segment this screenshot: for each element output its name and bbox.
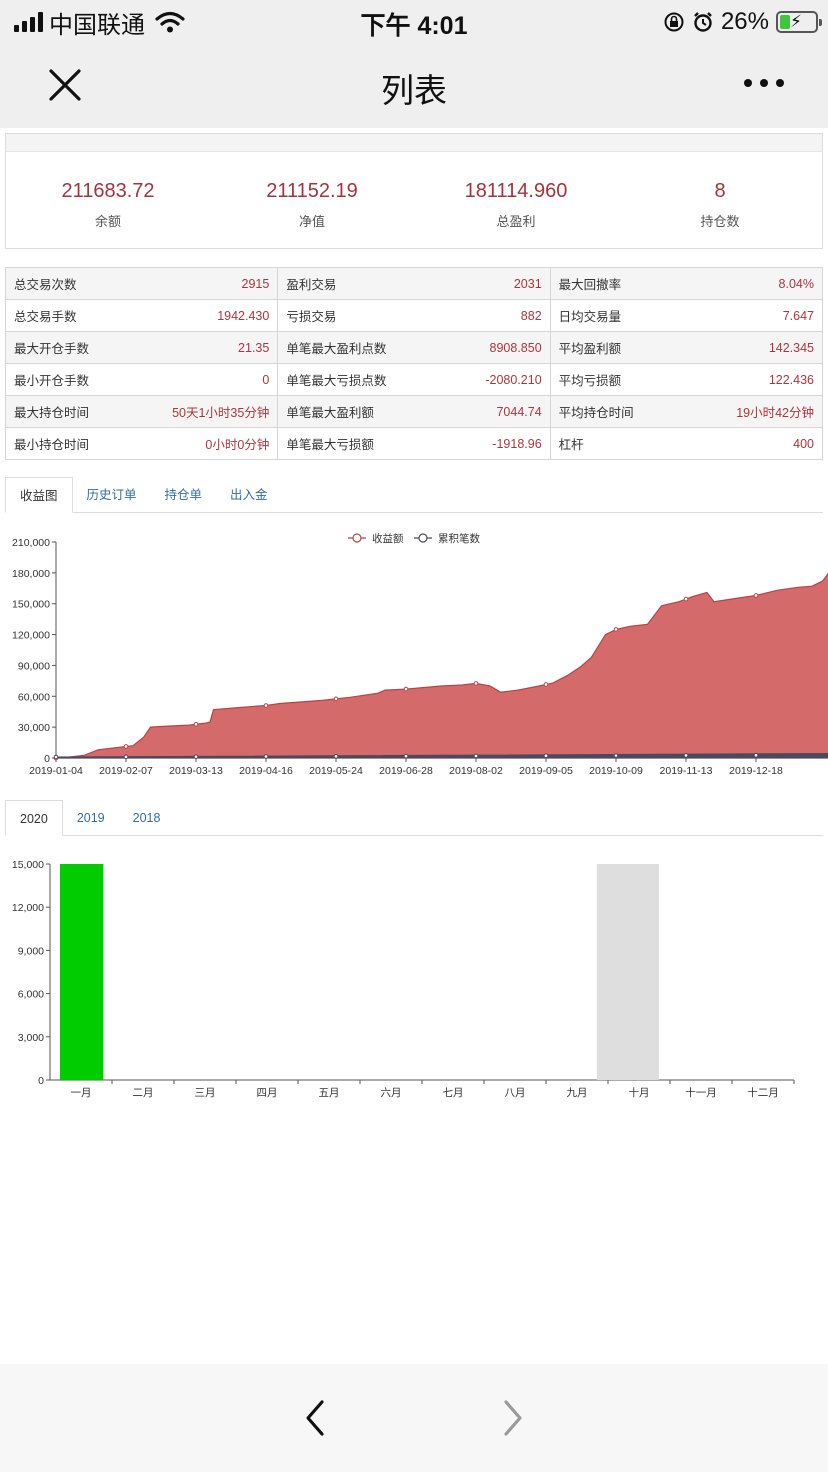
tab-year-2019[interactable]: 2019 xyxy=(63,800,119,836)
trade-count-point xyxy=(753,752,759,758)
y-tick-label: 210,000 xyxy=(12,537,50,549)
summary-equity: 211152.19 净值 xyxy=(266,180,358,229)
summary-balance: 211683.72 余额 xyxy=(61,180,155,229)
profit-point xyxy=(473,681,479,686)
x-tick-label: 2019-05-24 xyxy=(309,765,363,777)
x-tick-label: 六月 xyxy=(381,1087,402,1099)
y-tick-label: 30,000 xyxy=(18,722,50,734)
battery-icon: ⚡ xyxy=(776,11,822,33)
profit-point xyxy=(403,686,409,692)
trading-statistics-table: 总交易次数 2915 盈利交易 2031 最大回撤率 8.04% 总交易手数 1942.… xyxy=(4,267,824,460)
x-tick-label: 二月 xyxy=(133,1087,154,1099)
monthly-bar-chart: 0 3,000 6,000 9,000 12,000 15,000 一月 二月 三月 四月 五月 六月… xyxy=(12,859,795,1099)
trade-count-point xyxy=(263,754,269,759)
tab-year-2018[interactable]: 2018 xyxy=(119,800,175,836)
tab-positions[interactable]: 持仓单 xyxy=(151,477,217,513)
x-tick-label: 四月 xyxy=(257,1087,278,1099)
x-tick-label: 2019-02-07 xyxy=(99,765,153,777)
trade-count-point xyxy=(53,754,59,760)
trade-count-point xyxy=(123,754,129,760)
profit-point xyxy=(123,744,129,749)
y-tick-label: 60,000 xyxy=(18,691,50,703)
x-tick-label: 2019-09-05 xyxy=(519,765,573,777)
bar-10 xyxy=(596,864,659,1080)
x-tick-label: 2019-11-13 xyxy=(660,765,713,777)
page-title: 列表 xyxy=(381,72,447,109)
trade-count-point xyxy=(333,753,339,759)
profit-point xyxy=(753,593,759,598)
tab-order-history[interactable]: 历史订单 xyxy=(73,477,151,513)
profit-point xyxy=(683,596,689,602)
x-tick-label: 八月 xyxy=(505,1087,526,1099)
tab-deposits-withdrawals[interactable]: 出入金 xyxy=(216,477,282,513)
x-tick-label: 2019-08-02 xyxy=(449,765,503,777)
table-row: 总交易次数 2915 盈利交易 2031 最大回撤率 8.04% xyxy=(4,267,824,300)
navigation-bar: 列表 xyxy=(0,44,828,128)
x-tick-label: 十月 xyxy=(629,1086,650,1099)
back-arrow-icon[interactable] xyxy=(300,1398,330,1438)
legend-label: 收益额 xyxy=(372,532,404,545)
y-tick-label: 180,000 xyxy=(12,568,50,580)
summary-positions: 8 持仓数 xyxy=(700,180,740,229)
y-tick-label: 90,000 xyxy=(18,660,50,672)
legend-marker xyxy=(352,533,362,543)
table-row: 最小持仓时间 0小时0分钟 单笔最大亏损额 -1918.96 杠杆 400 xyxy=(4,427,824,460)
x-tick-label: 2019-06-28 xyxy=(379,765,433,777)
trade-count-point xyxy=(683,753,689,758)
trade-count-point xyxy=(543,753,549,759)
trade-count-point xyxy=(473,753,479,759)
rotation-lock-icon xyxy=(664,12,684,32)
profit-area-chart: 0 30,000 60,000 90,000 120,000 150,000 180,000… xyxy=(12,532,828,777)
legend-marker xyxy=(418,533,428,543)
x-tick-label: 七月 xyxy=(443,1087,464,1099)
y-tick-label: 0 xyxy=(38,1075,44,1087)
profit-area-series xyxy=(55,572,828,759)
x-tick-label: 五月 xyxy=(319,1087,340,1099)
y-tick-label: 15,000 xyxy=(12,859,44,871)
table-row: 最小开仓手数 0 单笔最大亏损点数 -2080.210 平均亏损额 122.436 xyxy=(4,363,824,396)
battery-percentage: 26% xyxy=(720,8,769,35)
x-tick-label: 九月 xyxy=(567,1087,588,1099)
y-tick-label: 6,000 xyxy=(18,989,44,1001)
forward-arrow-icon[interactable] xyxy=(498,1398,528,1438)
tab-year-2020[interactable]: 2020 xyxy=(5,800,63,836)
table-row: 总交易手数 1942.430 亏损交易 882 日均交易量 7.647 xyxy=(4,299,824,332)
profit-point xyxy=(613,627,619,632)
y-tick-label: 120,000 xyxy=(12,630,50,642)
y-tick-label: 0 xyxy=(44,753,50,765)
trade-count-point xyxy=(403,753,409,759)
more-menu-icon[interactable] xyxy=(744,76,784,90)
x-tick-label: 2019-01-04 xyxy=(29,765,83,777)
account-summary: 211683.72 余额 211152.19 净值 181114.960 总盈利… xyxy=(5,133,823,249)
tab-profit-chart[interactable]: 收益图 xyxy=(5,477,73,513)
trade-count-point xyxy=(193,754,199,759)
x-tick-label: 三月 xyxy=(195,1087,216,1099)
summary-total-profit: 181114.960 总盈利 xyxy=(464,180,568,229)
x-tick-label: 2019-04-16 xyxy=(239,765,293,777)
profit-point xyxy=(263,703,269,708)
table-row: 最大持仓时间 50天1小时35分钟 单笔最大盈利额 7044.74 平均持仓时间 19… xyxy=(4,395,824,428)
main-tabs: 收益图 历史订单 持仓单 出入金 xyxy=(5,477,823,513)
x-tick-label: 2019-12-18 xyxy=(729,765,783,777)
x-tick-label: 2019-10-09 xyxy=(589,765,643,777)
bar-1 xyxy=(60,864,104,1080)
profit-point xyxy=(333,696,339,702)
status-bar: 中国联通 下午 4:01 26% ⚡ xyxy=(0,0,828,44)
y-tick-label: 12,000 xyxy=(12,902,44,914)
x-tick-label: 一月 xyxy=(71,1087,92,1099)
alarm-icon xyxy=(694,12,712,32)
x-tick-label: 2019-03-13 xyxy=(169,765,223,777)
x-tick-label: 十一月 xyxy=(685,1086,717,1099)
y-tick-label: 150,000 xyxy=(12,599,50,611)
y-tick-label: 3,000 xyxy=(18,1032,44,1044)
browser-toolbar xyxy=(0,1364,828,1472)
profit-point xyxy=(193,721,199,727)
trade-count-point xyxy=(613,753,619,758)
profit-point xyxy=(543,682,549,687)
table-row: 最大开仓手数 21.35 单笔最大盈利点数 8908.850 平均盈利额 142.34… xyxy=(4,331,824,364)
legend-label: 累积笔数 xyxy=(438,532,480,545)
y-tick-label: 9,000 xyxy=(18,945,44,957)
year-tabs: 2020 2019 2018 xyxy=(5,800,823,836)
x-tick-label: 十二月 xyxy=(747,1086,779,1099)
